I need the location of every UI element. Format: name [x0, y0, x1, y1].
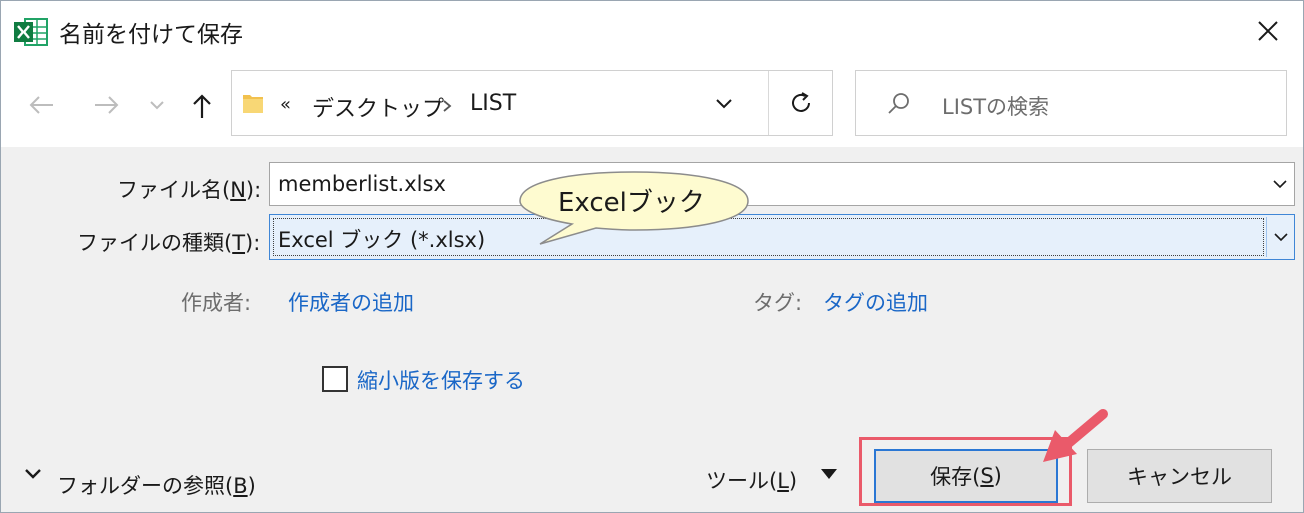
filetype-label: ファイルの種類(T):: [77, 231, 261, 255]
cancel-button[interactable]: キャンセル: [1087, 449, 1272, 503]
arrow-right-icon: [95, 96, 119, 114]
dialog-title: 名前を付けて保存: [59, 22, 243, 48]
forward-button[interactable]: [89, 89, 125, 121]
search-icon: [888, 93, 909, 114]
browse-folders-label[interactable]: フォルダーの参照(B): [57, 470, 256, 500]
filetype-select[interactable]: Excel ブック (*.xlsx): [269, 214, 1295, 260]
address-dropdown-button[interactable]: [708, 87, 740, 119]
breadcrumb-item-desktop[interactable]: デスクトップ: [312, 91, 444, 123]
refresh-button[interactable]: [768, 71, 832, 135]
back-button[interactable]: [23, 89, 59, 121]
arrow-up-icon: [193, 94, 211, 118]
filename-value: memberlist.xlsx: [278, 172, 446, 196]
address-bar[interactable]: « デスクトップ LIST: [231, 70, 833, 136]
save-thumbnail-checkbox[interactable]: [322, 366, 348, 392]
filetype-value: Excel ブック (*.xlsx): [278, 228, 486, 252]
filename-input[interactable]: memberlist.xlsx: [269, 162, 1295, 206]
filename-dropdown-button[interactable]: [1266, 164, 1294, 204]
chevron-down-icon: [150, 101, 164, 110]
refresh-icon: [791, 92, 810, 112]
close-icon: [1258, 21, 1278, 41]
tools-menu-button[interactable]: ツール(L): [706, 465, 797, 495]
caret-down-icon[interactable]: [819, 467, 839, 481]
folder-icon: [243, 95, 263, 113]
excel-icon: [14, 18, 48, 46]
pointer-arrow-icon: [1043, 409, 1108, 462]
chevron-down-icon: [25, 469, 41, 479]
chevron-right-icon: [443, 100, 452, 112]
add-author-link[interactable]: 作成者の追加: [288, 287, 414, 317]
save-thumbnail-label[interactable]: 縮小版を保存する: [357, 365, 525, 395]
close-button[interactable]: [1243, 9, 1293, 53]
browse-folders-toggle[interactable]: [23, 467, 43, 481]
save-as-dialog: 名前を付けて保存 « デスクトップ LIST LISTの検索 ファイル名(N):…: [0, 0, 1304, 513]
up-button[interactable]: [187, 89, 217, 123]
balloon-text: Excelブック: [558, 188, 705, 218]
author-label: 作成者:: [181, 291, 252, 315]
add-tags-link[interactable]: タグの追加: [823, 287, 928, 317]
chevron-down-icon: [716, 98, 732, 108]
tags-label: タグ:: [753, 291, 803, 315]
filename-label: ファイル名(N):: [117, 178, 262, 202]
search-input[interactable]: LISTの検索: [855, 70, 1287, 136]
breadcrumb-overflow[interactable]: «: [280, 94, 291, 115]
chevron-down-icon: [1273, 180, 1287, 189]
filetype-dropdown-button[interactable]: [1266, 217, 1294, 257]
breadcrumb-item-list[interactable]: LIST: [470, 91, 516, 116]
navigation-bar: « デスクトップ LIST LISTの検索: [1, 63, 1303, 147]
chevron-down-icon: [1273, 233, 1288, 242]
title-bar: 名前を付けて保存: [1, 1, 1303, 63]
arrow-left-icon: [29, 96, 53, 114]
recent-locations-button[interactable]: [145, 93, 169, 117]
search-placeholder: LISTの検索: [942, 95, 1050, 119]
